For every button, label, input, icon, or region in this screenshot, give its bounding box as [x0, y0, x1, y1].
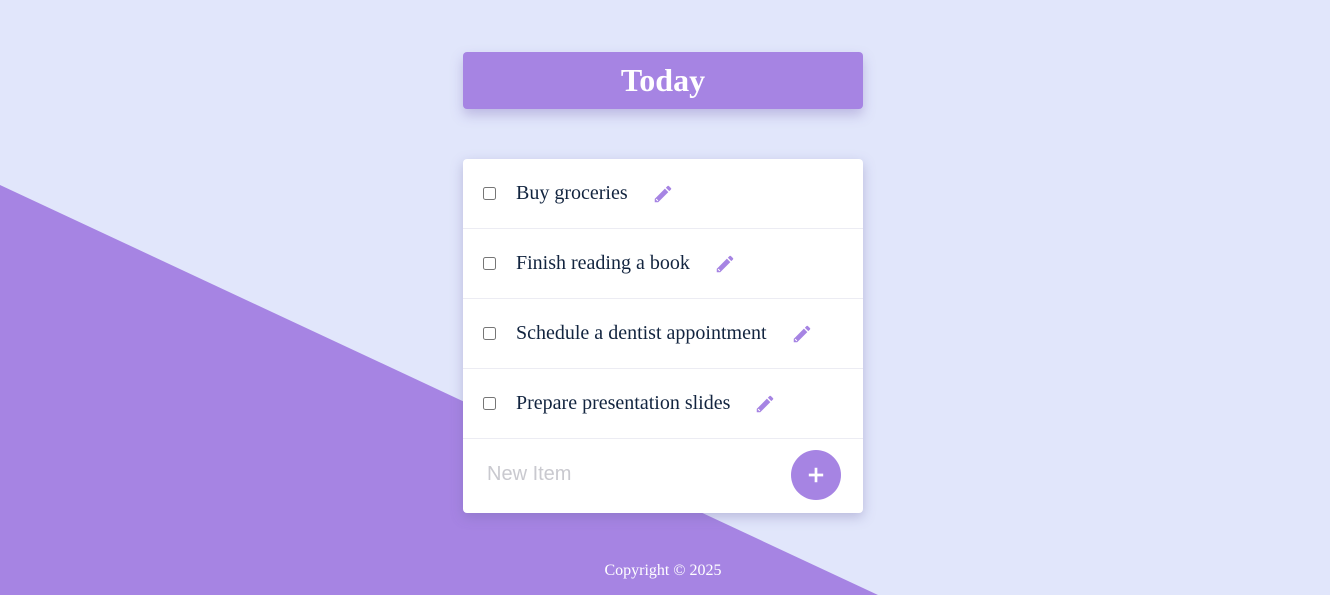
item-checkbox[interactable]: [483, 397, 496, 410]
item-label: Schedule a dentist appointment: [516, 322, 767, 344]
plus-icon: [807, 466, 825, 484]
footer-copyright: Copyright © 2025: [604, 562, 722, 579]
page: Today Buy groceries Finish reading a boo…: [0, 0, 1330, 595]
item-checkbox[interactable]: [483, 327, 496, 340]
item-label: Buy groceries: [516, 182, 628, 204]
add-item-button[interactable]: [791, 449, 841, 500]
list-item: Finish reading a book: [463, 229, 863, 299]
item-label: Finish reading a book: [516, 252, 690, 274]
item-checkbox[interactable]: [483, 257, 496, 270]
new-item-input[interactable]: [485, 462, 791, 487]
pencil-icon[interactable]: [791, 323, 813, 345]
list-item: Buy groceries: [463, 159, 863, 229]
page-title: Today: [620, 62, 706, 98]
pencil-icon[interactable]: [652, 183, 674, 205]
list-item: Prepare presentation slides: [463, 369, 863, 439]
list-item: Schedule a dentist appointment: [463, 299, 863, 369]
pencil-icon[interactable]: [754, 393, 776, 415]
pencil-icon[interactable]: [714, 253, 736, 275]
item-label: Prepare presentation slides: [516, 392, 731, 414]
new-item-row: [463, 439, 863, 510]
todo-card: Buy groceries Finish reading a book Sche…: [463, 159, 863, 513]
heading-banner: Today: [463, 52, 863, 109]
item-checkbox[interactable]: [483, 187, 496, 200]
